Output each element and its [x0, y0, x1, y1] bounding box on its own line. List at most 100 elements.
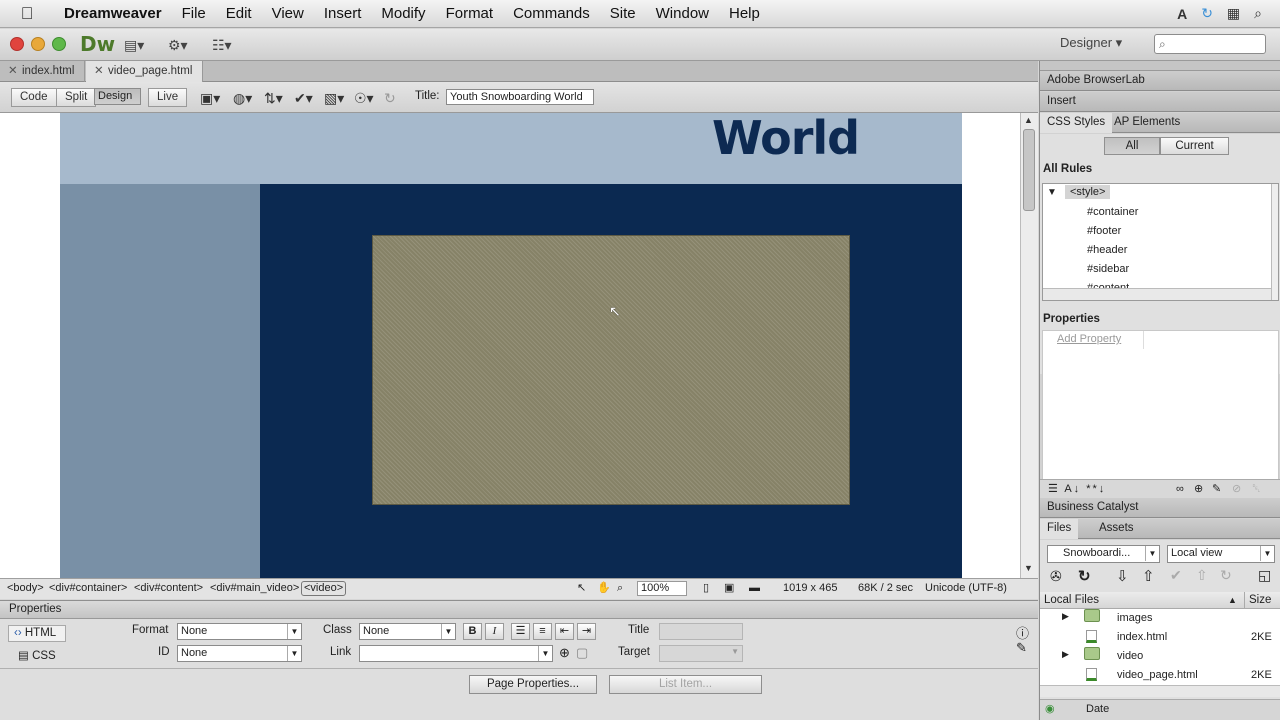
- files-horizontal-scrollbar[interactable]: [1040, 685, 1280, 697]
- menu-window[interactable]: Window: [646, 5, 719, 22]
- tag-div-main-video[interactable]: <div#main_video>: [210, 579, 299, 598]
- desktop-size-icon[interactable]: ▬: [749, 579, 760, 598]
- edit-rule-icon[interactable]: ✎: [1212, 480, 1223, 498]
- tab-video-page-html[interactable]: ✕ video_page.html: [86, 61, 204, 82]
- rule-header[interactable]: #header: [1087, 244, 1127, 256]
- code-view-button[interactable]: Code: [11, 88, 57, 107]
- sync-icon[interactable]: ↻: [1201, 5, 1213, 22]
- minimize-window-button[interactable]: [31, 37, 45, 51]
- tag-div-content[interactable]: <div#content>: [134, 579, 203, 598]
- site-structure-icon[interactable]: ☷▾: [212, 35, 238, 55]
- expand-triangle-icon[interactable]: ▶: [1062, 649, 1069, 660]
- outdent-icon[interactable]: ⇤: [555, 623, 574, 640]
- local-files-column[interactable]: Local Files: [1044, 594, 1099, 606]
- dock-grip[interactable]: [1040, 61, 1280, 71]
- collapse-triangle-icon[interactable]: ▼: [1047, 187, 1057, 198]
- file-management-icon[interactable]: ⇅▾: [264, 88, 288, 108]
- show-set-icon[interactable]: **↓: [1086, 483, 1106, 495]
- page-properties-button[interactable]: Page Properties...: [469, 675, 597, 694]
- scroll-up-icon[interactable]: ▲: [1024, 115, 1033, 125]
- all-mode-button[interactable]: All: [1104, 137, 1160, 155]
- tab-ap-elements[interactable]: AP Elements: [1107, 113, 1187, 133]
- pointer-tool-icon[interactable]: ↖: [577, 579, 586, 598]
- zoom-window-button[interactable]: [52, 37, 66, 51]
- synchronize-icon[interactable]: ↻: [1220, 567, 1232, 584]
- rules-horizontal-scrollbar[interactable]: [1043, 288, 1271, 300]
- quick-tag-editor-icon[interactable]: ✎: [1016, 640, 1027, 656]
- apple-icon[interactable]: : [18, 4, 36, 23]
- rule-footer[interactable]: #footer: [1087, 225, 1121, 237]
- sort-up-icon[interactable]: ▲: [1228, 592, 1237, 608]
- menu-format[interactable]: Format: [436, 5, 504, 22]
- file-row-images[interactable]: ▶ images: [1040, 609, 1269, 628]
- add-property-link[interactable]: Add Property: [1057, 333, 1121, 345]
- design-vertical-scrollbar[interactable]: ▲ ▼: [1020, 113, 1038, 578]
- page-header-div[interactable]: World: [60, 113, 962, 184]
- menu-help[interactable]: Help: [719, 5, 770, 22]
- rules-vertical-scrollbar[interactable]: [1271, 184, 1278, 300]
- title-field-input[interactable]: [659, 623, 743, 640]
- insert-panel-header[interactable]: Insert: [1040, 92, 1280, 112]
- view-select[interactable]: Local view ▼: [1167, 545, 1275, 563]
- window-size-readout[interactable]: 1019 x 465: [783, 579, 837, 598]
- tab-css-styles[interactable]: CSS Styles: [1040, 113, 1113, 133]
- tag-body[interactable]: <body>: [7, 579, 44, 598]
- video-element-placeholder[interactable]: [372, 235, 850, 505]
- preview-browser-icon[interactable]: ◍▾: [233, 88, 257, 108]
- class-select[interactable]: None ▼: [359, 623, 456, 640]
- tag-div-container[interactable]: <div#container>: [49, 579, 127, 598]
- rule-container[interactable]: #container: [1087, 206, 1138, 218]
- refresh-files-icon[interactable]: ↻: [1078, 567, 1091, 585]
- attach-stylesheet-icon[interactable]: ∞: [1176, 480, 1186, 498]
- site-select[interactable]: Snowboardi... ▼: [1047, 545, 1160, 563]
- size-column[interactable]: Size: [1244, 592, 1271, 608]
- browser-check-icon[interactable]: ✔▾: [294, 88, 318, 108]
- file-row-video[interactable]: ▶ video: [1040, 647, 1269, 666]
- unordered-list-icon[interactable]: ☰: [511, 623, 530, 640]
- ordered-list-icon[interactable]: ≡: [533, 623, 552, 640]
- id-select[interactable]: None ▼: [177, 645, 302, 662]
- zoom-level-select[interactable]: 100%: [637, 581, 687, 596]
- put-files-icon[interactable]: ⇧: [1142, 567, 1155, 585]
- multiscreen-icon[interactable]: ▣▾: [200, 88, 224, 108]
- list-item-button[interactable]: List Item...: [609, 675, 762, 694]
- tab-index-html[interactable]: ✕ index.html: [0, 61, 86, 82]
- indent-icon[interactable]: ⇥: [577, 623, 596, 640]
- check-out-icon[interactable]: ✔: [1170, 567, 1182, 584]
- refresh-icon[interactable]: ↻: [384, 88, 408, 108]
- current-mode-button[interactable]: Current: [1160, 137, 1229, 155]
- close-tab-icon[interactable]: ✕: [94, 61, 104, 82]
- layout-icon[interactable]: ▤▾: [124, 35, 150, 55]
- bold-button[interactable]: B: [463, 623, 482, 640]
- file-row-video-page-html[interactable]: video_page.html 2KE: [1040, 666, 1272, 685]
- get-files-icon[interactable]: ⇩: [1116, 567, 1129, 585]
- expand-panel-icon[interactable]: ◱: [1258, 567, 1271, 584]
- live-view-button[interactable]: Live: [148, 88, 188, 107]
- trash-icon[interactable]: ␡: [1252, 480, 1263, 498]
- page-sidebar-div[interactable]: [60, 184, 260, 578]
- menu-modify[interactable]: Modify: [371, 5, 435, 22]
- rule-sidebar[interactable]: #sidebar: [1087, 263, 1129, 275]
- menu-edit[interactable]: Edit: [216, 5, 262, 22]
- italic-button[interactable]: I: [485, 623, 504, 640]
- scrollbar-thumb[interactable]: [1023, 129, 1035, 211]
- point-to-file-icon[interactable]: ⊕: [559, 645, 570, 661]
- close-window-button[interactable]: [10, 37, 24, 51]
- spotlight-icon[interactable]: ⌕: [1254, 5, 1262, 22]
- menu-app-name[interactable]: Dreamweaver: [54, 5, 172, 22]
- visual-aids-icon[interactable]: ▧▾: [324, 88, 348, 108]
- help-search-input[interactable]: ⌕: [1154, 34, 1266, 54]
- menu-file[interactable]: File: [172, 5, 216, 22]
- design-view-canvas[interactable]: World ↖: [0, 113, 1020, 578]
- link-input[interactable]: ▼: [359, 645, 553, 662]
- connect-icon[interactable]: ✇: [1050, 568, 1062, 585]
- disable-icon[interactable]: ⊘: [1232, 480, 1243, 498]
- design-view-button[interactable]: Design: [94, 88, 142, 105]
- spaces-icon[interactable]: ▦: [1227, 5, 1240, 22]
- html-mode-button[interactable]: ‹› HTML: [8, 625, 66, 642]
- business-catalyst-header[interactable]: Business Catalyst: [1040, 498, 1280, 518]
- file-row-index-html[interactable]: index.html 2KE: [1040, 628, 1272, 647]
- hand-tool-icon[interactable]: ✋: [597, 579, 611, 598]
- new-rule-icon[interactable]: ⊕: [1194, 480, 1205, 498]
- properties-panel-header[interactable]: Properties: [0, 600, 1038, 619]
